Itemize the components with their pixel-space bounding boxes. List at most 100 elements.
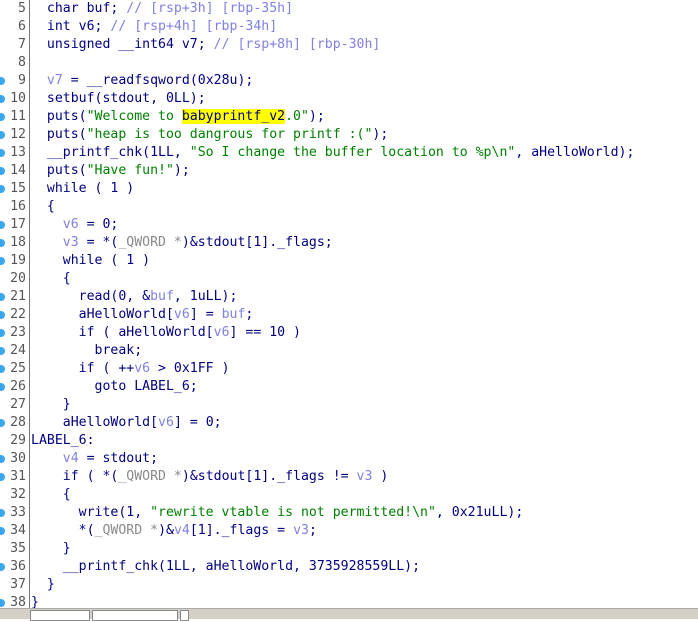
code-line[interactable]: 19 while ( 1 ) (0, 252, 698, 270)
code-token: v4 (62, 451, 79, 466)
code-token: while ( 1 ) (31, 253, 151, 268)
code-line[interactable]: 6 int v6; // [rsp+4h] [rbp-34h] (0, 18, 698, 36)
code-line[interactable]: 11 puts("Welcome to babyprintf_v2.0"); (0, 108, 698, 126)
code-token: { (31, 199, 55, 214)
code-token: ) (372, 469, 389, 484)
code-token: { (31, 487, 71, 502)
status-bar (0, 608, 698, 621)
code-text: write(1, "rewrite vtable is not permitte… (31, 504, 524, 522)
code-line[interactable]: 32 { (0, 486, 698, 504)
code-token: while ( 1 ) (31, 181, 135, 196)
status-function-box (92, 610, 178, 621)
code-line[interactable]: 20 { (0, 270, 698, 288)
code-token: puts( (31, 163, 87, 178)
code-token: v4 (173, 523, 190, 538)
code-line[interactable]: 16 { (0, 198, 698, 216)
code-token: )& (158, 523, 174, 538)
code-line[interactable]: 37 } (0, 576, 698, 594)
code-token: = *( (78, 235, 119, 250)
code-token: _QWORD * (118, 235, 182, 250)
line-number: 22 (10, 307, 26, 322)
code-token: , aHelloWorld); (515, 145, 635, 160)
code-text: v7 = __readfsqword(0x28u); (31, 72, 253, 90)
code-line[interactable]: 30 v4 = stdout; (0, 450, 698, 468)
code-line[interactable]: 8 (0, 54, 698, 72)
code-line[interactable]: 28 aHelloWorld[v6] = 0; (0, 414, 698, 432)
code-token: setbuf(stdout, 0LL); (31, 91, 206, 106)
code-line[interactable]: 9 v7 = __readfsqword(0x28u); (0, 72, 698, 90)
line-number: 37 (10, 577, 26, 592)
pseudocode-view[interactable]: 5 char buf; // [rsp+3h] [rbp-35h] 6 int v… (0, 0, 698, 612)
code-text: v6 = 0; (31, 216, 119, 234)
code-token: // [rsp+8h] [rbp-30h] (213, 37, 381, 52)
code-token: [1]._flags = (189, 523, 294, 538)
line-number: 35 (10, 541, 26, 556)
code-token: break; (31, 343, 143, 358)
code-token: int v6; (31, 19, 111, 34)
code-line[interactable]: 18 v3 = *(_QWORD *)&stdout[1]._flags; (0, 234, 698, 252)
code-text: __printf_chk(1LL, aHelloWorld, 373592855… (31, 558, 420, 576)
code-line[interactable]: 21 read(0, &buf, 1uLL); (0, 288, 698, 306)
code-line[interactable]: 35 } (0, 540, 698, 558)
line-number: 8 (18, 55, 26, 70)
code-line[interactable]: 26 goto LABEL_6; (0, 378, 698, 396)
code-token: )&stdout[1]._flags != (181, 469, 357, 484)
code-text: } (31, 396, 71, 414)
code-text: { (31, 198, 55, 216)
code-token: ); (173, 163, 190, 178)
code-token: } (31, 541, 71, 556)
code-token: write(1, (31, 505, 151, 520)
code-line[interactable]: 29 LABEL_6: (0, 432, 698, 450)
code-line[interactable]: 36 __printf_chk(1LL, aHelloWorld, 373592… (0, 558, 698, 576)
code-line[interactable]: 15 while ( 1 ) (0, 180, 698, 198)
code-token: unsigned __int64 v7; (31, 37, 214, 52)
line-number: 11 (10, 109, 26, 124)
code-line[interactable]: 23 if ( aHelloWorld[v6] == 10 ) (0, 324, 698, 342)
code-token: aHelloWorld[ (31, 415, 159, 430)
code-line[interactable]: 7 unsigned __int64 v7; // [rsp+8h] [rbp-… (0, 36, 698, 54)
line-number: 16 (10, 199, 26, 214)
code-line[interactable]: 12 puts("heap is too dangrous for printf… (0, 126, 698, 144)
code-line[interactable]: 34 *(_QWORD *)&v4[1]._flags = v3; (0, 522, 698, 540)
code-line[interactable]: 27 } (0, 396, 698, 414)
code-token: } (31, 397, 71, 412)
code-token: )&stdout[1]._flags; (181, 235, 333, 250)
code-token: = __readfsqword(0x28u); (62, 73, 254, 88)
code-line[interactable]: 10 setbuf(stdout, 0LL); (0, 90, 698, 108)
status-small-box (180, 610, 189, 621)
code-line[interactable]: 17 v6 = 0; (0, 216, 698, 234)
code-text: puts("Have fun!"); (31, 162, 190, 180)
code-line[interactable]: 33 write(1, "rewrite vtable is not permi… (0, 504, 698, 522)
code-line[interactable]: 22 aHelloWorld[v6] = buf; (0, 306, 698, 324)
code-token: ] == 10 ) (229, 325, 301, 340)
code-token: "Welcome to (86, 109, 182, 124)
code-token: "So I change the buffer location to %p\n… (189, 145, 516, 160)
code-token: = stdout; (78, 451, 159, 466)
line-number: 34 (10, 523, 26, 538)
line-number: 23 (10, 325, 26, 340)
code-token: // [rsp+3h] [rbp-35h] (126, 1, 294, 16)
line-number: 24 (10, 343, 26, 358)
code-line[interactable]: 13 __printf_chk(1LL, "So I change the bu… (0, 144, 698, 162)
code-token: read(0, & (31, 289, 151, 304)
code-text: while ( 1 ) (31, 252, 150, 270)
code-line[interactable]: 25 if ( ++v6 > 0x1FF ) (0, 360, 698, 378)
code-token: ; (245, 307, 254, 322)
line-number: 12 (10, 127, 26, 142)
code-text: if ( aHelloWorld[v6] == 10 ) (31, 324, 301, 342)
code-line[interactable]: 31 if ( *(_QWORD *)&stdout[1]._flags != … (0, 468, 698, 486)
code-token: } (31, 577, 55, 592)
code-token: buf (150, 289, 174, 304)
code-token: __printf_chk(1LL, (31, 145, 190, 160)
code-line[interactable]: 24 break; (0, 342, 698, 360)
code-text: while ( 1 ) (31, 180, 134, 198)
code-line[interactable]: 5 char buf; // [rsp+3h] [rbp-35h] (0, 0, 698, 18)
code-token: buf (221, 307, 246, 322)
code-token: v6 (134, 361, 151, 376)
code-line[interactable]: 14 puts("Have fun!"); (0, 162, 698, 180)
code-text: v4 = stdout; (31, 450, 158, 468)
line-number: 25 (10, 361, 26, 376)
